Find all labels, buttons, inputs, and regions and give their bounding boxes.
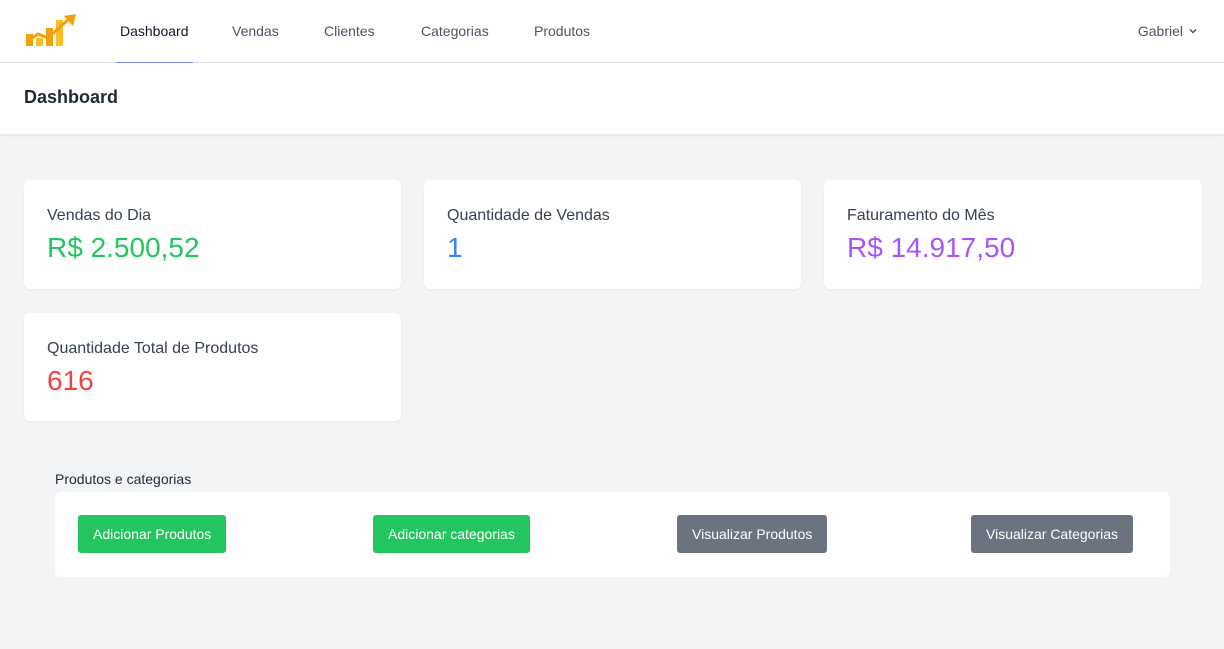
card-faturamento-do-mes: Faturamento do Mês R$ 14.917,50 [824,180,1202,289]
user-name: Gabriel [1137,23,1183,39]
page-title: Dashboard [24,87,119,107]
card-vendas-do-dia: Vendas do Dia R$ 2.500,52 [24,180,401,289]
card-label: Quantidade Total de Produtos [47,340,259,357]
section-title: Produtos e categorias [55,471,192,487]
add-categories-button[interactable]: Adicionar categorias [373,515,530,553]
actions-panel: Adicionar Produtos Adicionar categorias … [55,492,1170,577]
view-products-button[interactable]: Visualizar Produtos [677,515,828,553]
card-value: 1 [447,232,463,263]
card-value: R$ 2.500,52 [47,232,200,263]
card-quantidade-total-de-produtos: Quantidade Total de Produtos 616 [24,313,401,421]
view-categories-button[interactable]: Visualizar Categorias [971,515,1134,553]
nav-clientes[interactable]: Clientes [324,0,375,63]
nav-produtos[interactable]: Produtos [534,0,590,63]
chart-growth-logo[interactable] [24,12,80,50]
nav-vendas[interactable]: Vendas [232,0,279,63]
card-value: R$ 14.917,50 [847,232,1016,263]
card-value: 616 [47,365,94,396]
card-label: Vendas do Dia [47,207,152,224]
card-quantidade-de-vendas: Quantidade de Vendas 1 [424,180,801,289]
user-menu[interactable]: Gabriel [1138,0,1198,63]
nav-categorias[interactable]: Categorias [421,0,489,63]
card-label: Faturamento do Mês [847,207,995,224]
add-products-button[interactable]: Adicionar Produtos [78,515,227,553]
top-navbar: Dashboard Vendas Clientes Categorias Pro… [0,0,1224,64]
chevron-down-icon [1189,29,1197,34]
page-header: Dashboard [0,63,1224,134]
nav-dashboard[interactable]: Dashboard [116,0,192,64]
card-label: Quantidade de Vendas [447,207,610,224]
